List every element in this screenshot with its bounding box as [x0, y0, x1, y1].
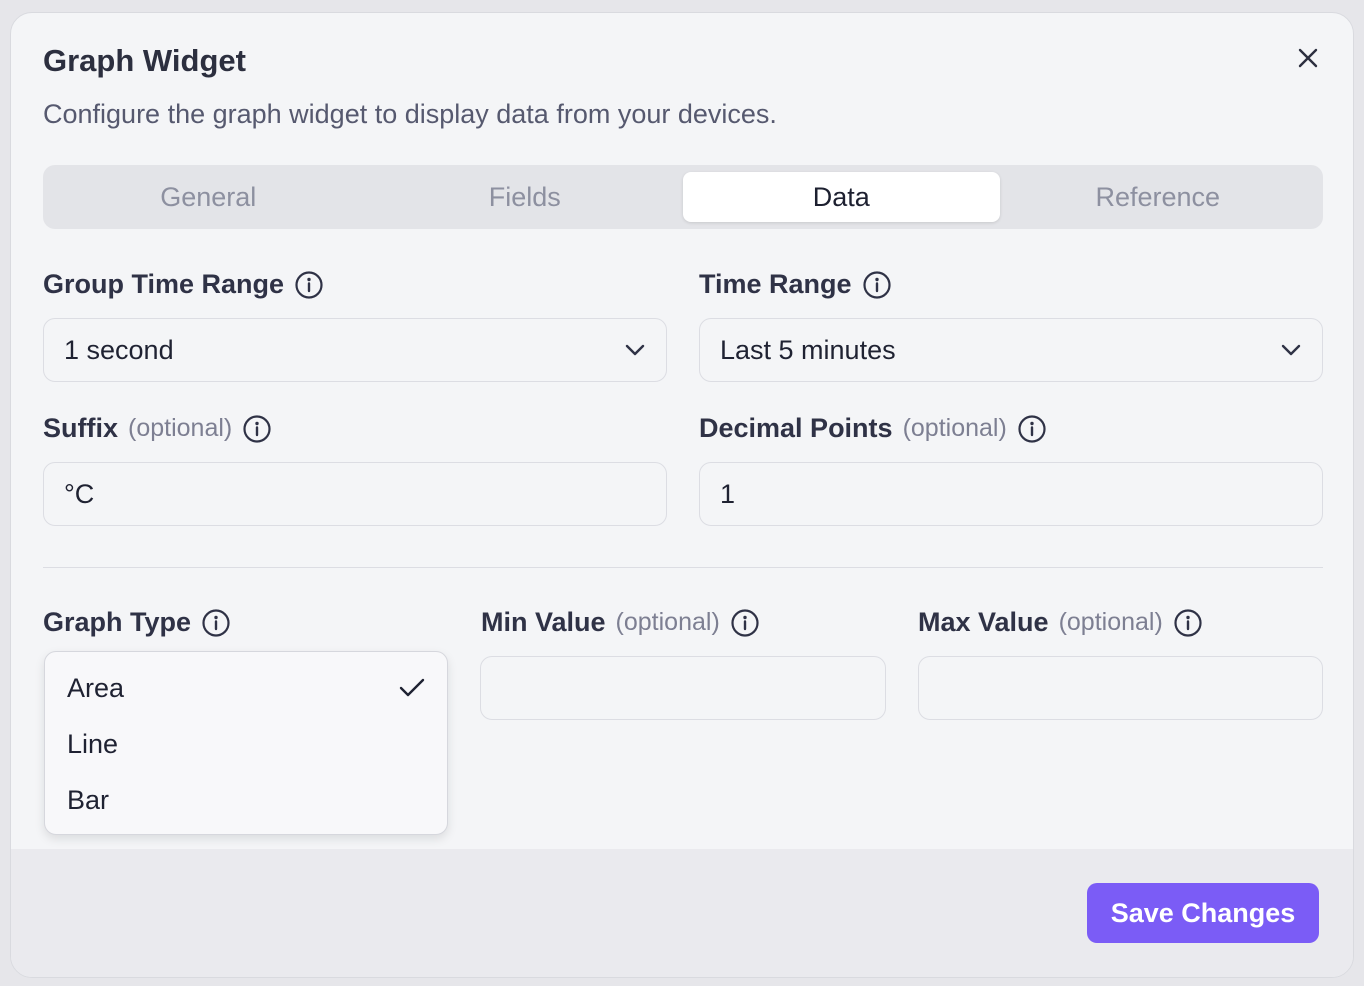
dialog-subtitle: Configure the graph widget to display da…	[43, 99, 777, 129]
time-range-value: Last 5 minutes	[720, 334, 896, 365]
info-icon[interactable]	[1017, 414, 1047, 444]
group-time-range-value: 1 second	[64, 334, 174, 365]
decimal-points-label: Decimal Points (optional)	[699, 413, 1047, 444]
decimal-points-input[interactable]: 1	[699, 462, 1323, 526]
save-changes-button[interactable]: Save Changes	[1087, 883, 1319, 943]
decimal-points-label-text: Decimal Points	[699, 413, 893, 443]
graph-widget-dialog: Graph Widget Configure the graph widget …	[10, 12, 1354, 978]
chevron-down-icon	[625, 344, 645, 356]
suffix-label: Suffix (optional)	[43, 413, 272, 444]
min-value-input[interactable]	[480, 656, 886, 720]
optional-tag: (optional)	[902, 414, 1007, 442]
option-label: Line	[67, 728, 119, 759]
optional-tag: (optional)	[1058, 608, 1163, 636]
info-icon[interactable]	[294, 270, 324, 300]
chevron-down-icon	[1281, 344, 1301, 356]
min-value-label: Min Value (optional)	[481, 607, 760, 638]
time-range-label: Time Range	[699, 269, 892, 300]
group-time-range-label: Group Time Range	[43, 269, 324, 300]
group-time-range-select[interactable]: 1 second	[43, 318, 667, 382]
info-icon[interactable]	[201, 608, 231, 638]
close-icon	[1298, 48, 1318, 68]
decimal-points-value: 1	[720, 478, 736, 509]
check-icon	[399, 678, 425, 697]
graph-type-option-line[interactable]: Line	[45, 716, 447, 772]
max-value-label: Max Value (optional)	[918, 607, 1203, 638]
section-divider	[43, 567, 1323, 568]
tab-data[interactable]: Data	[683, 172, 1000, 222]
tab-bar: General Fields Data Reference	[43, 165, 1323, 229]
tab-fields[interactable]: Fields	[367, 172, 684, 222]
suffix-input[interactable]: °C	[43, 462, 667, 526]
graph-type-option-bar[interactable]: Bar	[45, 772, 447, 828]
max-value-input[interactable]	[918, 656, 1323, 720]
time-range-label-text: Time Range	[699, 269, 852, 299]
graph-type-option-area[interactable]: Area	[45, 660, 447, 716]
optional-tag: (optional)	[128, 414, 233, 442]
suffix-value: °C	[64, 478, 95, 509]
tab-general[interactable]: General	[50, 172, 367, 222]
graph-type-label: Graph Type	[43, 607, 231, 638]
info-icon[interactable]	[862, 270, 892, 300]
option-label: Area	[67, 672, 125, 703]
min-value-label-text: Min Value	[481, 607, 606, 637]
optional-tag: (optional)	[615, 608, 720, 636]
max-value-label-text: Max Value	[918, 607, 1049, 637]
info-icon[interactable]	[242, 414, 272, 444]
info-icon[interactable]	[1173, 608, 1203, 638]
suffix-label-text: Suffix	[43, 413, 119, 443]
graph-type-dropdown: Area Line Bar	[44, 651, 448, 835]
group-time-range-label-text: Group Time Range	[43, 269, 285, 299]
option-label: Bar	[67, 784, 110, 815]
graph-type-label-text: Graph Type	[43, 607, 192, 637]
info-icon[interactable]	[730, 608, 760, 638]
dialog-title: Graph Widget	[43, 43, 246, 78]
tab-reference[interactable]: Reference	[1000, 172, 1317, 222]
time-range-select[interactable]: Last 5 minutes	[699, 318, 1323, 382]
close-button[interactable]	[1293, 43, 1323, 73]
